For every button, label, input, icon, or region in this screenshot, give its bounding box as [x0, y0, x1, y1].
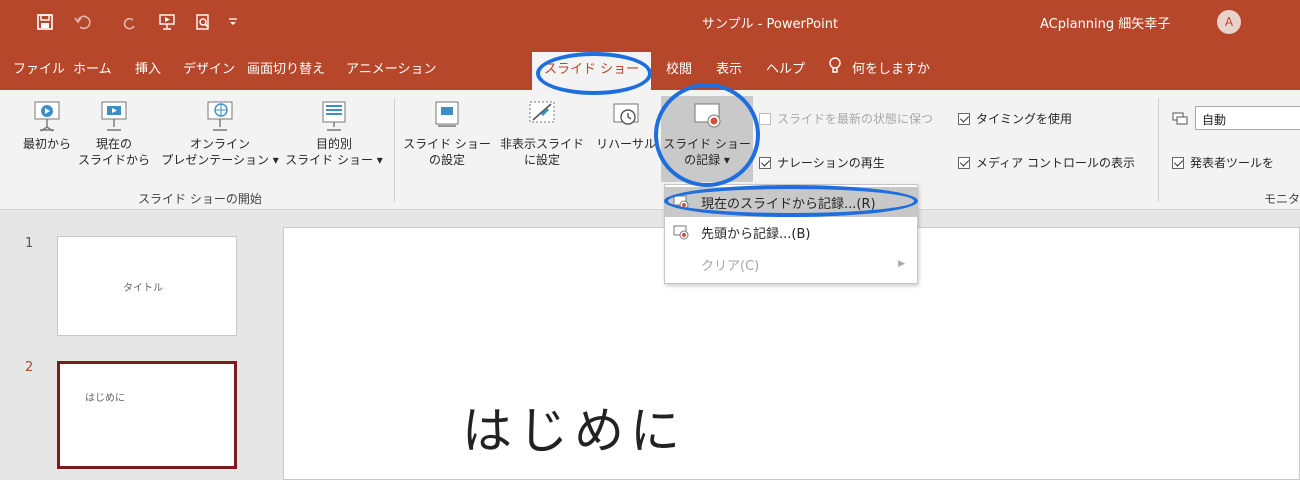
customize-toolbar-icon[interactable]	[226, 11, 240, 33]
play-narrations-label: ナレーションの再生	[777, 156, 885, 170]
title-bar: サンプル - PowerPoint ACplanning 細矢幸子 A	[0, 0, 1300, 44]
thumbnail-title: タイトル	[123, 283, 163, 294]
tab-transitions[interactable]: 画面切り替え	[247, 58, 325, 77]
online-presentation-icon	[207, 101, 233, 131]
rehearse-timings-button[interactable]: リハーサル	[590, 100, 662, 152]
online-presentation-button[interactable]: オンライン プレゼンテーション ▾	[150, 100, 290, 168]
monitor-group-label: モニタ	[1264, 192, 1300, 206]
avatar[interactable]: A	[1217, 10, 1241, 34]
group-separator	[394, 98, 395, 202]
from-beginning-button[interactable]: 最初から	[16, 100, 78, 152]
from-beginning-label: 最初から	[22, 137, 71, 151]
custom-label-2: スライド ショー ▾	[285, 153, 383, 167]
start-group-label: スライド ショーの開始	[138, 192, 262, 206]
rehearse-timings-icon	[613, 103, 639, 125]
submenu-arrow-icon: ▶	[898, 259, 905, 269]
annotation-circle-record-button	[654, 83, 760, 187]
online-label-2: プレゼンテーション ▾	[161, 153, 279, 167]
monitor-select[interactable]: 自動	[1195, 106, 1300, 130]
hide-label-1: 非表示スライド	[499, 137, 584, 151]
group-separator	[1158, 98, 1159, 202]
checkbox-box	[759, 156, 771, 169]
slide-thumbnail-1[interactable]: タイトル	[57, 236, 237, 336]
monitor-icon	[1172, 111, 1188, 125]
checkbox-box	[1172, 156, 1184, 169]
custom-label-1: 目的別	[315, 137, 352, 151]
tab-review[interactable]: 校閲	[666, 58, 692, 77]
show-media-controls-label: メディア コントロールの表示	[976, 156, 1135, 170]
hide-slide-icon	[529, 101, 555, 123]
tab-home[interactable]: ホーム	[73, 58, 112, 77]
ribbon-slideshow: 最初から 現在の スライドから オンライン プレゼンテーション ▾ 目的別 スラ…	[0, 90, 1300, 210]
powerpoint-window: サンプル - PowerPoint ACplanning 細矢幸子 A ファイル…	[0, 0, 1300, 480]
use-timings-checkbox[interactable]: タイミングを使用	[958, 110, 1072, 127]
start-slideshow-icon[interactable]	[156, 11, 178, 33]
tab-animations[interactable]: アニメーション	[346, 58, 436, 77]
thumbnail-title: はじめに	[85, 393, 125, 404]
tell-me-search[interactable]: 何をしますか	[852, 58, 930, 77]
annotation-circle-tab	[536, 52, 652, 95]
setup-label-2: の設定	[428, 153, 465, 167]
save-icon[interactable]	[34, 11, 56, 33]
slide-number: 1	[25, 236, 34, 251]
from-current-label-1: 現在の	[95, 137, 132, 151]
lightbulb-icon	[828, 57, 842, 75]
slide-title[interactable]: はじめに	[462, 391, 686, 463]
keep-updated-label: スライドを最新の状態に保つ	[777, 112, 934, 126]
hide-label-2: に設定	[523, 153, 560, 167]
rehearse-label: リハーサル	[596, 137, 656, 151]
online-label-1: オンライン	[189, 137, 250, 151]
setup-slideshow-button[interactable]: スライド ショー の設定	[401, 100, 493, 168]
slide-thumbnail-2[interactable]: はじめに	[57, 361, 237, 469]
redo-icon[interactable]	[120, 11, 140, 33]
tab-design[interactable]: デザイン	[183, 58, 235, 77]
from-current-label-2: スライドから	[77, 153, 150, 167]
keep-updated-checkbox[interactable]: スライドを最新の状態に保つ	[759, 110, 933, 127]
tab-insert[interactable]: 挿入	[135, 58, 161, 77]
menu-item-label: 先頭から記録...(B)	[701, 226, 811, 242]
presenter-view-label: 発表者ツールを	[1190, 156, 1275, 170]
window-title: サンプル - PowerPoint	[701, 17, 839, 32]
slide-number: 2	[25, 360, 34, 375]
setup-label-1: スライド ショー	[403, 137, 491, 151]
tab-file[interactable]: ファイル	[13, 58, 65, 77]
tab-help[interactable]: ヘルプ	[766, 58, 805, 77]
custom-slideshow-button[interactable]: 目的別 スライド ショー ▾	[282, 100, 386, 168]
record-from-beginning-menu-item[interactable]: 先頭から記録...(B)	[665, 217, 917, 247]
tab-view[interactable]: 表示	[716, 58, 742, 77]
checkbox-box	[958, 112, 970, 125]
clear-menu-item[interactable]: クリア(C) ▶	[665, 249, 917, 279]
custom-slideshow-icon	[322, 101, 346, 131]
checkbox-box	[958, 156, 970, 169]
setup-slideshow-icon	[435, 101, 459, 127]
menu-item-label: クリア(C)	[701, 258, 760, 274]
undo-icon[interactable]	[70, 11, 96, 33]
presenter-view-checkbox[interactable]: 発表者ツールを	[1172, 154, 1274, 171]
play-narrations-checkbox[interactable]: ナレーションの再生	[759, 154, 885, 171]
user-name[interactable]: ACplanning 細矢幸子	[1040, 13, 1170, 32]
annotation-circle-menu-item	[664, 185, 918, 217]
checkbox-box	[759, 112, 771, 125]
slide-thumbnails-pane: 1 タイトル 2 はじめに	[0, 210, 265, 480]
from-current-icon	[101, 101, 127, 131]
print-preview-icon[interactable]	[192, 11, 214, 33]
blank-icon	[673, 256, 689, 272]
from-beginning-icon	[34, 101, 60, 132]
record-beginning-icon	[673, 225, 689, 240]
use-timings-label: タイミングを使用	[976, 112, 1073, 126]
show-media-controls-checkbox[interactable]: メディア コントロールの表示	[958, 154, 1135, 171]
from-current-button[interactable]: 現在の スライドから	[74, 100, 154, 168]
hide-slide-button[interactable]: 非表示スライド に設定	[492, 100, 592, 168]
